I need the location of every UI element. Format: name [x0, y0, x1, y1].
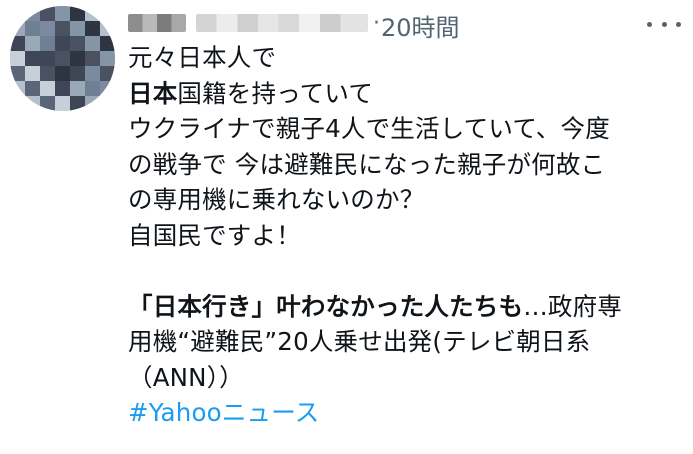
news-title-text[interactable]: …政府専 — [523, 292, 622, 321]
avatar-mosaic-tile — [10, 51, 25, 66]
avatar-mosaic-tile — [100, 96, 115, 111]
tweet-line-text: 国籍を持っていて — [177, 78, 374, 108]
avatar-mosaic-tile — [25, 66, 40, 81]
tweet: · 20時間 元々日本人で 日本国籍を持っていて ウクライナで親子4人で生活して… — [0, 0, 693, 454]
avatar-mosaic-tile — [55, 81, 70, 96]
avatar-mosaic-tile — [85, 6, 100, 21]
more-horizontal-icon[interactable] — [647, 19, 681, 29]
avatar-mosaic-tile — [85, 21, 100, 36]
avatar-mosaic-tile — [85, 51, 100, 66]
avatar-mosaic-tile — [100, 21, 115, 36]
avatar-mosaic-tile — [100, 6, 115, 21]
tweet-line: の専用機に乗れないのか？ — [128, 182, 683, 218]
news-title-line[interactable]: 用機“避難民”20人乗せ出発(テレビ朝日系 — [128, 324, 683, 360]
more-dot — [676, 21, 681, 27]
author-handle-blurred[interactable] — [196, 14, 368, 32]
news-title-text[interactable]: （ANN）） — [128, 363, 244, 392]
author-name-blurred[interactable] — [128, 14, 186, 32]
avatar-mosaic-tile — [55, 96, 70, 111]
avatar-mosaic-tile — [55, 21, 70, 36]
avatar-mosaic-tile — [100, 81, 115, 96]
avatar-mosaic-tile — [40, 21, 55, 36]
tweet-line: の戦争で 今は避難民になった親子が何故こ — [128, 147, 683, 183]
avatar-mosaic-tile — [10, 21, 25, 36]
avatar-mosaic-tile — [10, 66, 25, 81]
avatar-mosaic-tile — [85, 36, 100, 51]
more-dot — [661, 21, 667, 27]
news-title-line[interactable]: 「日本行き」叶わなかった人たちも…政府専 — [128, 289, 683, 325]
tweet-timestamp[interactable]: 20時間 — [381, 8, 460, 43]
tweet-line-text: の専用機に乗れないのか？ — [128, 185, 425, 214]
avatar-mosaic-tile — [25, 96, 40, 111]
avatar-mosaic-tile — [70, 6, 85, 21]
hashtag-line: #Yahooニュース — [128, 395, 683, 431]
avatar-mosaic-tile — [100, 36, 115, 51]
avatar-mosaic-tile — [40, 81, 55, 96]
avatar-mosaic-tile — [40, 6, 55, 21]
tweet-line-bold: 日本 — [128, 78, 178, 108]
more-dot — [647, 21, 652, 27]
avatar-mosaic-tile — [10, 36, 25, 51]
avatar-mosaic-tile — [70, 36, 85, 51]
tweet-line-text: 自国民ですよ！ — [128, 220, 301, 250]
tweet-line: 日本国籍を持っていて — [128, 76, 683, 112]
separator-dot: · — [373, 11, 380, 36]
avatar-mosaic-tile — [25, 51, 40, 66]
avatar-mosaic-tile — [70, 66, 85, 81]
tweet-line: ウクライナで親子4人で生活していて、今度 — [128, 111, 683, 147]
tweet-line: 元々日本人で — [128, 40, 683, 76]
news-title-bold[interactable]: 「日本行き」叶わなかった人たちも — [128, 292, 523, 321]
tweet-line: 自国民ですよ！ — [128, 218, 683, 254]
avatar-mosaic-tile — [70, 21, 85, 36]
avatar[interactable] — [10, 6, 115, 111]
avatar-mosaic-tile — [10, 96, 25, 111]
avatar-mosaic-tile — [70, 96, 85, 111]
tweet-line-text: ウクライナで親子4人で生活していて、今度 — [128, 114, 610, 143]
tweet-line-text: の戦争で 今は避難民になった親子が何故こ — [128, 149, 606, 179]
hashtag-link[interactable]: #Yahooニュース — [128, 398, 319, 427]
news-title-line[interactable]: （ANN）） — [128, 360, 683, 396]
avatar-mosaic-tile — [40, 36, 55, 51]
avatar-mosaic-tile — [85, 66, 100, 81]
avatar-mosaic-tile — [10, 81, 25, 96]
avatar-mosaic-tile — [100, 66, 115, 81]
avatar-mosaic-tile — [85, 96, 100, 111]
news-title-text[interactable]: 用機“避難民”20人乗せ出発(テレビ朝日系 — [128, 327, 590, 356]
tweet-line-text: 元々日本人で — [128, 43, 277, 72]
avatar-mosaic-tile — [70, 81, 85, 96]
avatar-mosaic-tile — [100, 51, 115, 66]
avatar-mosaic-tile — [55, 36, 70, 51]
tweet-text: 元々日本人で 日本国籍を持っていて ウクライナで親子4人で生活していて、今度 の… — [128, 40, 683, 431]
avatar-mosaic-tile — [25, 6, 40, 21]
avatar-mosaic-tile — [55, 51, 70, 66]
avatar-mosaic-tile — [10, 6, 25, 21]
avatar-mosaic-tile — [25, 21, 40, 36]
avatar-mosaic-tile — [25, 81, 40, 96]
avatar-mosaic-tile — [70, 51, 85, 66]
avatar-mosaic-tile — [85, 81, 100, 96]
avatar-mosaic-tile — [55, 66, 70, 81]
avatar-mosaic-tile — [40, 51, 55, 66]
avatar-mosaic-tile — [40, 66, 55, 81]
avatar-mosaic-tile — [40, 96, 55, 111]
avatar-mosaic-tile — [25, 36, 40, 51]
tweet-header: · 20時間 — [128, 6, 683, 43]
avatar-mosaic-tile — [55, 6, 70, 21]
